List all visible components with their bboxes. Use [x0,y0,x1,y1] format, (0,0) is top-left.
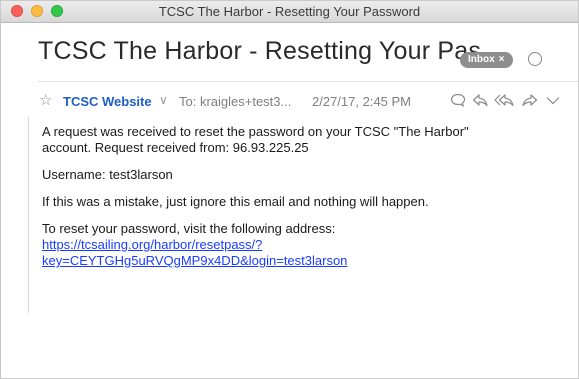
body-paragraph: If this was a mistake, just ignore this … [42,194,552,210]
body-paragraph: To reset your password, visit the follow… [42,221,552,269]
message-date: 2/27/17, 2:45 PM [312,94,412,109]
body-margin-line [28,117,29,313]
recipient[interactable]: To: kraigles+test3... [179,94,291,109]
inbox-badge[interactable]: Inbox × [460,52,513,68]
title-bar[interactable]: TCSC The Harbor - Resetting Your Passwor… [1,1,578,23]
unread-toggle-icon[interactable] [528,52,542,66]
body-text-line: A request was received to reset the pass… [42,124,469,139]
inbox-badge-label: Inbox [468,54,495,65]
chevron-down-icon[interactable] [544,91,562,109]
username-line: Username: test3larson [42,167,173,182]
sender-name[interactable]: TCSC Website [63,94,152,109]
message-body-text: A request was received to reset the pass… [42,124,552,280]
body-text-line: If this was a mistake, just ignore this … [42,194,429,209]
message-body: A request was received to reset the pass… [28,117,578,378]
mail-window: TCSC The Harbor - Resetting Your Passwor… [0,0,579,379]
badge-remove-icon[interactable]: × [499,54,505,65]
window-title: TCSC The Harbor - Resetting Your Passwor… [158,4,421,19]
subject-row: TCSC The Harbor - Resetting Your Pas... … [1,23,578,81]
body-paragraph: Username: test3larson [42,167,552,183]
message-header: ☆ TCSC Website ∨ To: kraigles+test3... 2… [1,89,578,113]
reply-icon[interactable] [471,91,489,109]
body-text-line: account. Request received from: 96.93.22… [42,140,309,155]
body-paragraph: A request was received to reset the pass… [42,124,552,156]
forward-icon[interactable] [521,91,539,109]
reply-all-icon[interactable] [494,91,516,109]
message-subject: TCSC The Harbor - Resetting Your Pas... [38,37,503,65]
chevron-down-icon[interactable]: ∨ [159,93,168,107]
star-icon[interactable]: ☆ [39,93,52,108]
speech-bubble-icon[interactable] [449,91,467,109]
reset-password-link[interactable]: https://tcsailing.org/harbor/resetpass/?… [42,237,347,268]
body-text-line: To reset your password, visit the follow… [42,221,336,236]
divider [38,81,578,82]
